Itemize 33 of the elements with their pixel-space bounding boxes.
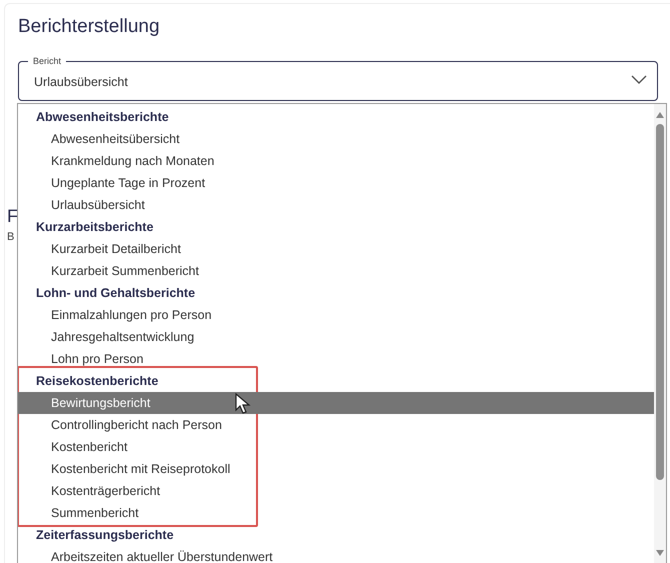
scrollbar[interactable] <box>654 104 666 563</box>
report-option[interactable]: Abwesenheitsübersicht <box>18 128 656 150</box>
field-label: Bericht <box>32 55 62 67</box>
group-header: Reisekostenberichte <box>35 373 158 390</box>
report-option[interactable]: Krankmeldung nach Monaten <box>18 150 656 172</box>
report-option[interactable]: Einmalzahlungen pro Person <box>18 304 656 326</box>
field-value: Urlaubsübersicht <box>34 74 128 88</box>
section-text: B <box>7 231 14 243</box>
report-option[interactable]: Controllingbericht nach Person <box>18 414 656 436</box>
chevron-down-icon <box>631 75 647 85</box>
group-header: Lohn- und Gehaltsberichte <box>35 285 196 302</box>
report-option[interactable]: Urlaubsübersicht <box>18 194 656 216</box>
report-option[interactable]: Kostenbericht mit Reiseprotokoll <box>18 458 656 480</box>
scroll-thumb[interactable] <box>656 124 664 480</box>
scroll-up-icon[interactable] <box>656 112 664 118</box>
report-option[interactable]: Ungeplante Tage in Prozent <box>18 172 656 194</box>
report-option[interactable]: Arbeitszeiten aktueller Überstundenwert <box>18 546 656 563</box>
report-select[interactable]: Bericht Urlaubsübersicht <box>18 55 658 101</box>
report-option[interactable]: Jahresgehaltsentwicklung <box>18 326 656 348</box>
report-option[interactable]: Bewirtungsbericht <box>18 392 656 414</box>
cursor-icon <box>235 393 251 415</box>
report-option[interactable]: Summenbericht <box>18 502 656 524</box>
page-title: Berichterstellung <box>17 15 161 39</box>
report-option[interactable]: Lohn pro Person <box>18 348 656 370</box>
scroll-down-icon[interactable] <box>656 550 664 556</box>
group-header: Abwesenheitsberichte <box>35 109 169 126</box>
group-header: Zeiterfassungsberichte <box>35 527 174 544</box>
section-heading: F <box>7 205 18 227</box>
report-option[interactable]: Kostenträgerbericht <box>18 480 656 502</box>
group-header: Kurzarbeitsberichte <box>35 219 154 236</box>
report-option[interactable]: Kurzarbeit Detailbericht <box>18 238 656 260</box>
report-option[interactable]: Kostenbericht <box>18 436 656 458</box>
report-option[interactable]: Kurzarbeit Summenbericht <box>18 260 656 282</box>
